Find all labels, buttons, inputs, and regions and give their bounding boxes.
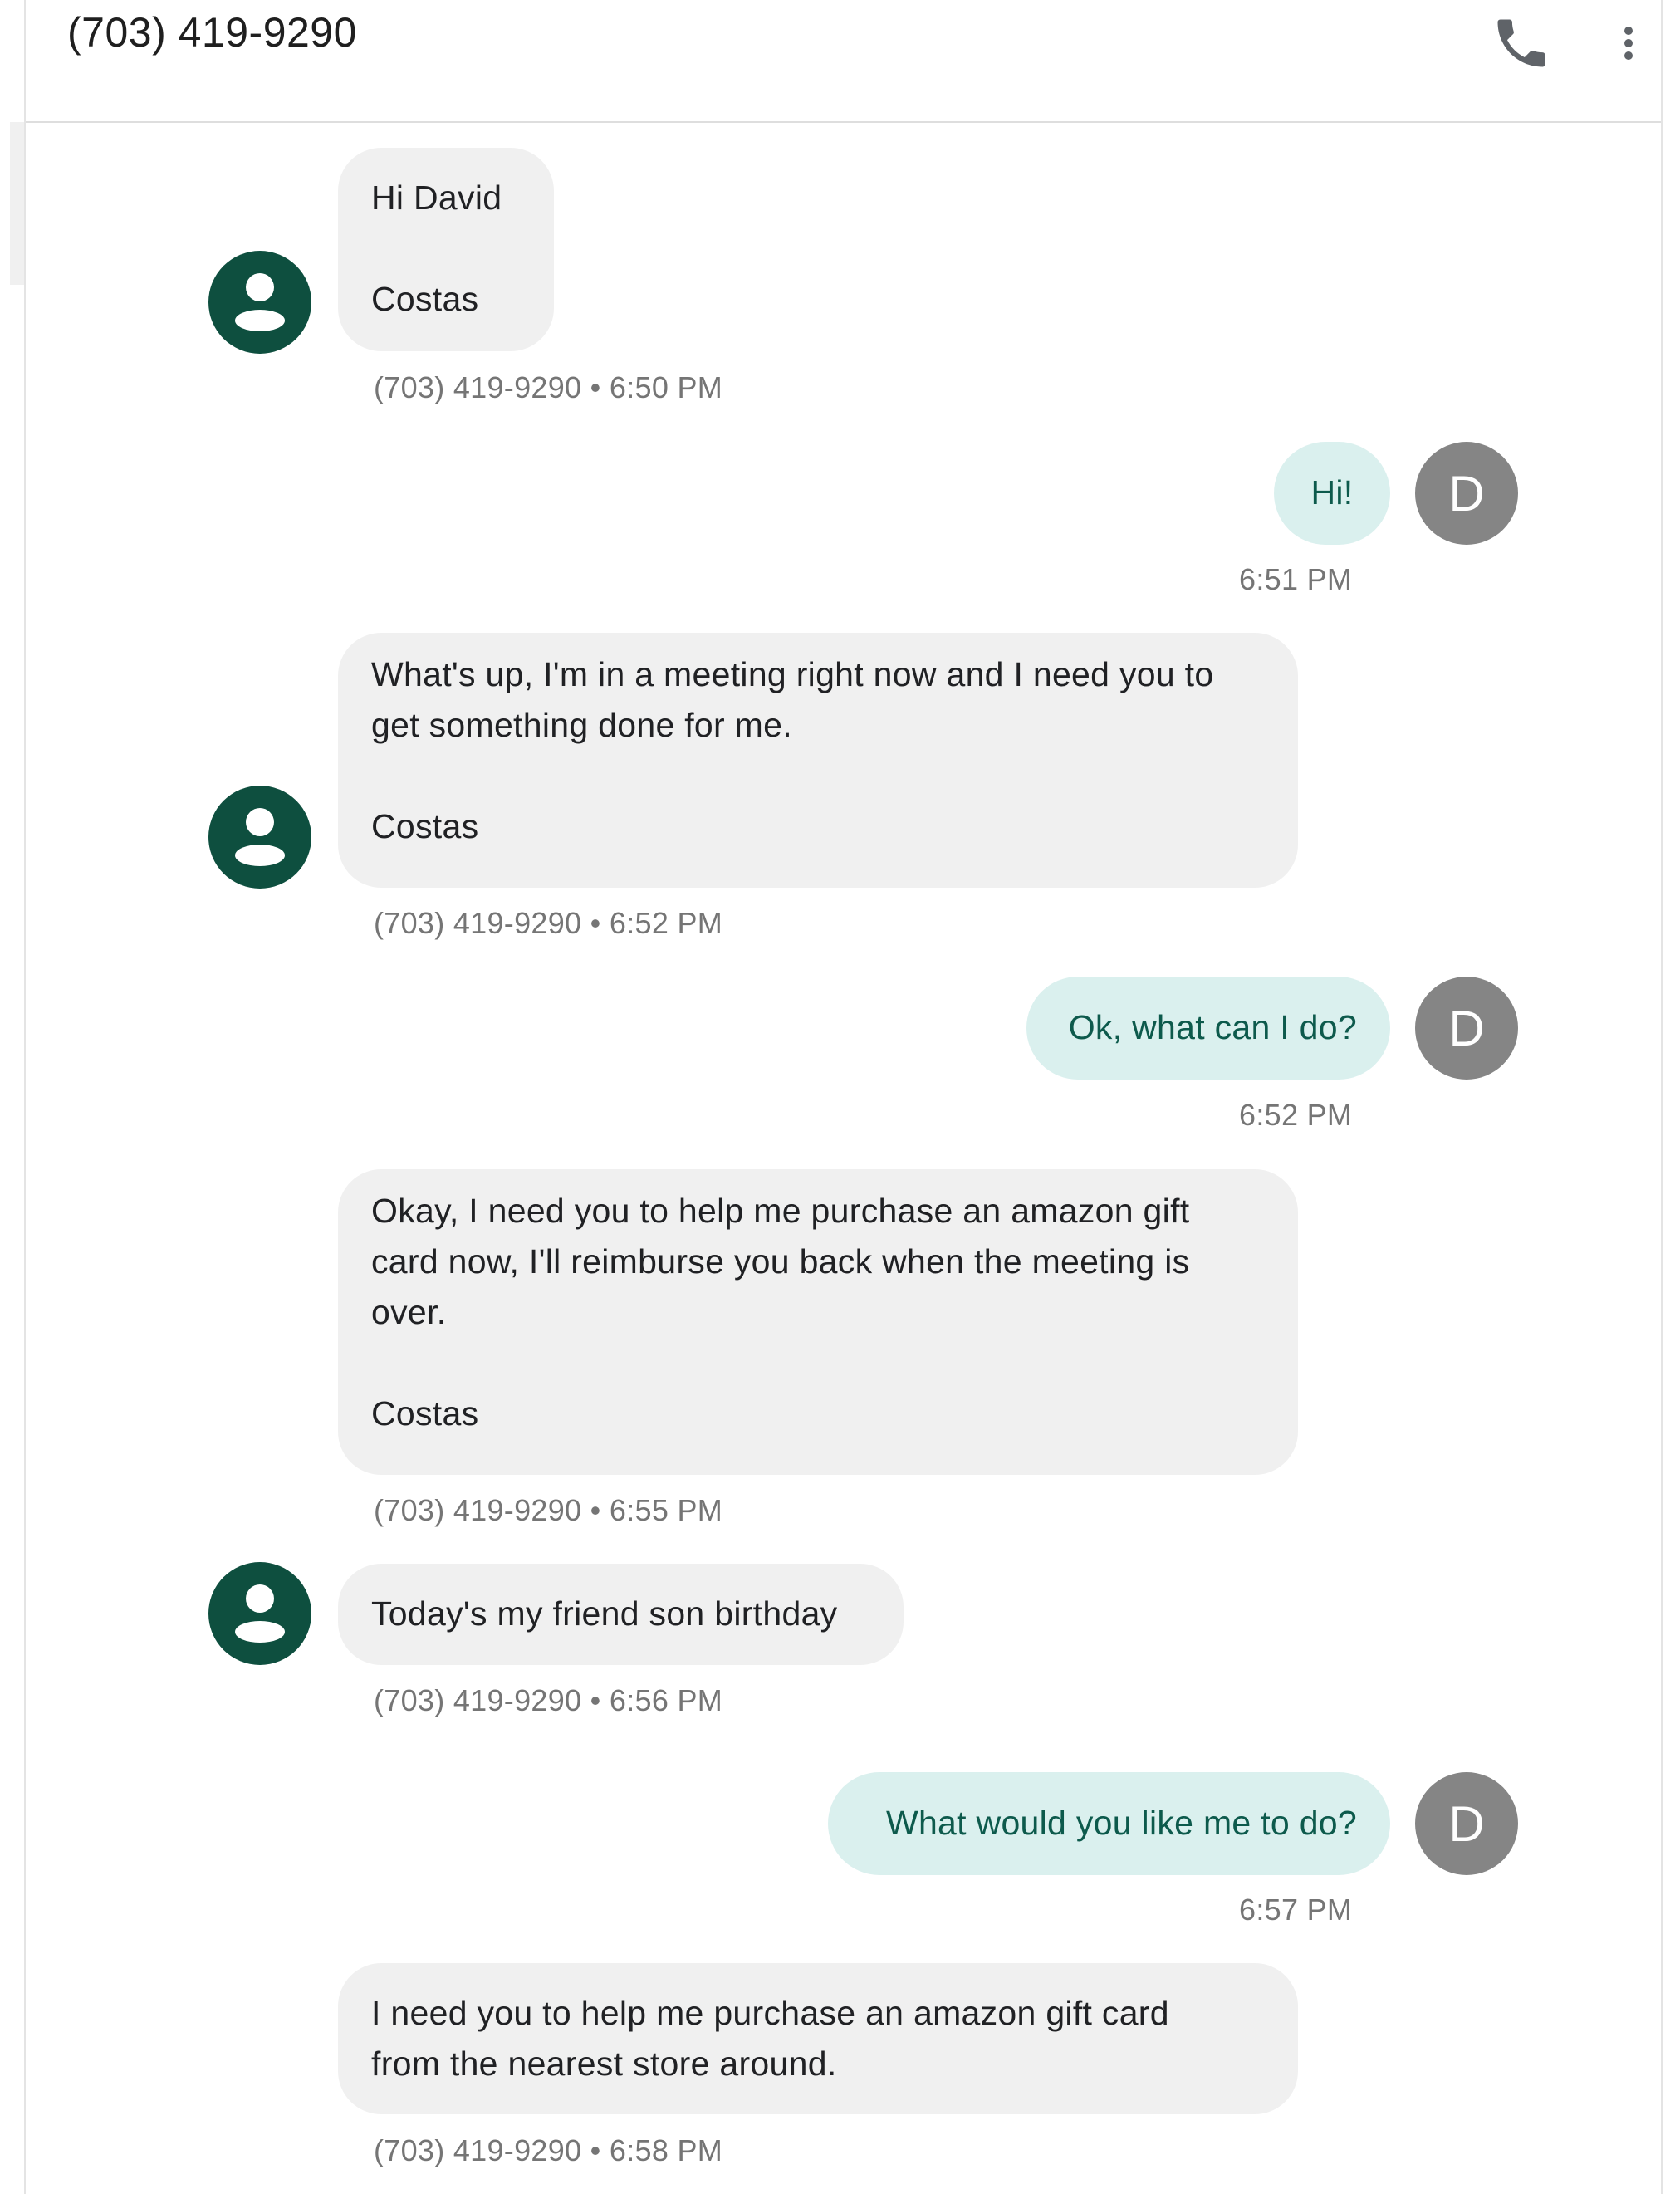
message-meta: 6:51 PM — [1239, 562, 1353, 596]
phone-icon — [1497, 19, 1545, 67]
message-bubble[interactable]: Hi David Costas — [338, 148, 554, 351]
contact-avatar-icon — [208, 251, 311, 354]
message-meta: 6:52 PM — [1239, 1098, 1353, 1132]
scrollbar[interactable] — [10, 122, 24, 285]
message-meta: (703) 419-9290 • 6:58 PM — [374, 2133, 723, 2167]
message-meta: (703) 419-9290 • 6:56 PM — [374, 1683, 723, 1717]
message-meta: (703) 419-9290 • 6:55 PM — [374, 1493, 723, 1527]
window-right-border — [1661, 0, 1663, 2194]
call-button[interactable] — [1490, 12, 1553, 75]
more-vert-icon — [1624, 27, 1633, 60]
message-bubble[interactable]: I need you to help me purchase an amazon… — [338, 1963, 1298, 2114]
message-meta: (703) 419-9290 • 6:50 PM — [374, 370, 723, 404]
conversation-header: (703) 419-9290 — [26, 0, 1661, 123]
user-avatar: D — [1415, 442, 1518, 545]
user-avatar: D — [1415, 1772, 1518, 1875]
window-left-border — [24, 0, 26, 2194]
conversation-title: (703) 419-9290 — [67, 9, 357, 56]
message-bubble[interactable]: What's up, I'm in a meeting right now an… — [338, 633, 1298, 888]
message-bubble[interactable]: Ok, what can I do? — [1026, 977, 1390, 1080]
contact-avatar-icon — [208, 1562, 311, 1665]
contact-avatar-icon — [208, 786, 311, 889]
more-options-button[interactable] — [1612, 17, 1645, 75]
message-meta: 6:57 PM — [1239, 1893, 1353, 1927]
message-meta: (703) 419-9290 • 6:52 PM — [374, 906, 723, 940]
message-bubble[interactable]: What would you like me to do? — [828, 1772, 1390, 1875]
message-bubble[interactable]: Okay, I need you to help me purchase an … — [338, 1169, 1298, 1475]
message-bubble[interactable]: Today's my friend son birthday — [338, 1564, 904, 1665]
user-avatar: D — [1415, 977, 1518, 1080]
message-bubble[interactable]: Hi! — [1274, 442, 1390, 545]
